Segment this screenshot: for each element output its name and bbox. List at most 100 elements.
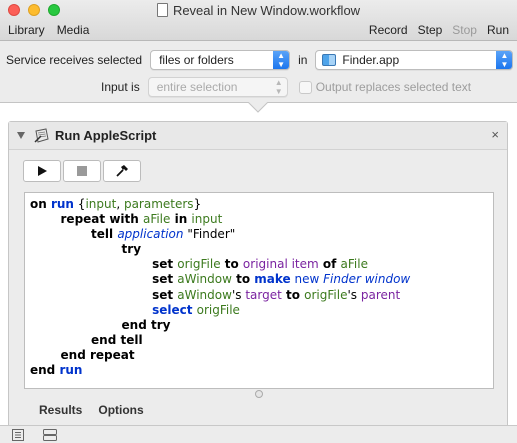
script-token: select [152,302,197,317]
application-popup[interactable]: Finder.app ▲ ▼ [315,50,514,70]
script-token [30,227,91,241]
script-line: end repeat [30,348,493,363]
script-token: tell [91,227,118,242]
script-token: repeat with [60,212,143,227]
script-token: origFile [304,287,348,302]
script-line: set aWindow's target to origFile's paren… [30,288,493,303]
action-header: Run AppleScript × [9,122,507,150]
receives-label: Service receives selected [6,53,143,67]
service-settings: Service receives selected files or folde… [0,41,517,103]
toolbar-right: Record Step Stop Run [369,23,509,37]
script-line: try [30,242,493,257]
workflow-connector-notch [248,102,268,113]
input-row: Input is entire selection ▲ ▼ Output repl… [101,77,471,97]
script-token: Finder window [323,272,411,287]
script-token: to [231,272,255,287]
script-line: select origFile [30,303,493,318]
script-token: parent [360,287,401,302]
script-token: end tell [91,332,143,347]
resize-handle[interactable] [255,390,263,398]
script-token: application [117,227,184,242]
script-token: aFile [340,257,368,272]
action-title: Run AppleScript [55,128,157,143]
script-token: end try [121,317,171,332]
script-token: make [254,272,291,287]
receives-popup[interactable]: files or folders ▲ ▼ [150,50,291,70]
tab-options[interactable]: Options [98,403,143,417]
script-token: 's [347,287,361,302]
script-token [30,212,61,226]
receives-row: Service receives selected files or folde… [6,50,514,70]
script-token: target [245,287,282,302]
window-title-wrap: Reveal in New Window.workflow [0,3,517,18]
stop-script-button[interactable] [63,160,101,182]
input-popup[interactable]: entire selection ▲ ▼ [147,77,288,97]
output-replaces-checkbox[interactable] [298,80,312,94]
script-token: input [191,212,223,227]
in-label: in [298,53,308,67]
script-token: origFile [177,257,221,272]
tab-results[interactable]: Results [39,403,82,417]
script-token [30,348,61,362]
script-token: run [50,197,74,211]
script-line: end run [30,363,493,378]
script-token [30,288,152,302]
script-token: } [193,197,202,211]
script-token [30,318,122,332]
script-token: original item [242,257,319,272]
popup-arrows-icon: ▲ ▼ [274,78,283,96]
script-line: end try [30,318,493,333]
script-token: 's [231,287,246,302]
play-icon [38,166,47,176]
workflow-area: Run AppleScript × on run {input, paramet… [0,102,517,429]
log-view-icon[interactable] [12,429,24,441]
automator-window: Reveal in New Window.workflow Library Me… [0,0,517,443]
run-button[interactable]: Run [487,23,509,37]
library-button[interactable]: Library [8,23,45,37]
window-title: Reveal in New Window.workflow [172,3,361,18]
script-token: to [281,287,305,302]
script-line: repeat with aFile in input [30,212,493,227]
document-icon [156,3,168,17]
script-token: aWindow [177,287,232,302]
run-applescript-action: Run AppleScript × on run {input, paramet… [8,121,508,429]
action-tabs: Results Options [39,403,144,417]
application-value: Finder.app [342,53,400,67]
run-script-button[interactable] [23,160,61,182]
script-line: end tell [30,333,493,348]
remove-action-icon[interactable]: × [491,127,499,142]
toolbar-left: Library Media [8,23,89,37]
output-replaces-label: Output replaces selected text [315,80,472,94]
receives-value: files or folders [159,53,234,67]
script-token: { [73,197,86,211]
variables-view-icon[interactable] [43,429,57,441]
script-token: set [152,257,178,272]
script-token: end [30,363,60,378]
script-token: aFile [142,212,171,227]
input-value: entire selection [156,80,238,94]
compile-script-button[interactable] [103,160,141,182]
input-label: Input is [101,80,140,94]
script-token: end repeat [60,347,135,362]
step-button[interactable]: Step [418,23,443,37]
script-token: , [116,197,124,211]
disclosure-triangle-icon[interactable] [17,132,25,139]
script-token [30,242,122,256]
script-token: aWindow [177,272,232,287]
script-token: "Finder" [183,227,236,242]
record-button[interactable]: Record [369,23,408,37]
script-line: tell application "Finder" [30,227,493,242]
script-editor[interactable]: on run {input, parameters} repeat with a… [24,192,494,389]
stop-button[interactable]: Stop [452,23,477,37]
script-token: of [318,257,341,272]
script-buttons [23,160,141,182]
script-token: parameters [123,197,194,211]
script-token: to [220,257,243,272]
script-token: run [59,363,83,378]
script-token: set [152,272,178,287]
media-button[interactable]: Media [57,23,90,37]
script-token: set [152,287,178,302]
script-token: origFile [196,302,240,317]
applescript-scroll-icon [34,128,49,143]
popup-arrows-icon: ▲ ▼ [273,51,290,69]
